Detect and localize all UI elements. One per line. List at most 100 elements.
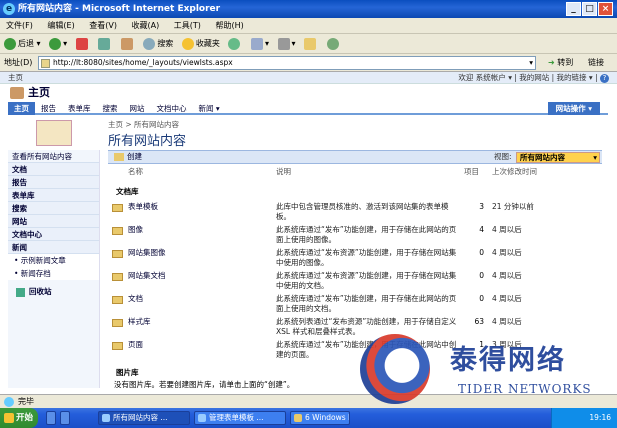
ql-view-all[interactable]: 查看所有网站内容 <box>8 150 99 163</box>
mail-icon <box>250 37 263 50</box>
breadcrumb[interactable]: 主页 > 所有网站内容 <box>108 119 179 130</box>
library-name[interactable]: 样式库 <box>128 317 151 327</box>
user-links[interactable]: 欢迎 系统帐户 ▾ | 我的网站 | 我的链接 ▾ | ? <box>458 72 609 84</box>
help-icon[interactable]: ? <box>600 73 609 83</box>
library-name[interactable]: 页面 <box>128 340 143 350</box>
quick-launch: 查看所有网站内容 文档 报告 表单库 搜索 网站 文档中心 新闻 • 示例新闻文… <box>8 150 100 388</box>
task-manage-form-templates[interactable]: 管理表单模板 ... <box>194 411 286 425</box>
library-count: 63 <box>474 317 484 326</box>
menu-view[interactable]: 查看(V) <box>83 18 123 34</box>
ql-sites[interactable]: 网站 <box>8 215 99 228</box>
library-name[interactable]: 网站集文档 <box>128 271 166 281</box>
ql-news[interactable]: 新闻 <box>8 241 99 254</box>
tab-search[interactable]: 搜索 <box>97 102 124 115</box>
ql-search[interactable]: 搜索 <box>8 202 99 215</box>
watermark-chinese: 泰得网络 <box>450 345 566 376</box>
library-count: 0 <box>479 294 484 303</box>
top-site-link[interactable]: 主页 <box>8 73 23 82</box>
tider-logo-icon <box>360 334 430 404</box>
recycle-bin-link[interactable]: 回收站 <box>8 286 99 297</box>
search-button[interactable]: 搜索 <box>143 34 173 54</box>
library-modified: 4 周以后 <box>492 225 522 234</box>
menu-tools[interactable]: 工具(T) <box>168 18 207 34</box>
ql-forms[interactable]: 表单库 <box>8 189 99 202</box>
library-description: 此系统库通过“发布”功能创建，用于存储在此网站的页面上使用的图像。 <box>276 225 457 244</box>
tab-news[interactable]: 新闻 ▾ <box>193 102 226 115</box>
folder-icon <box>112 273 123 281</box>
minimize-button[interactable]: _ <box>566 2 581 16</box>
menu-edit[interactable]: 编辑(E) <box>41 18 80 34</box>
ql-sample-news[interactable]: • 示例新闻文章 <box>8 254 99 267</box>
media-button[interactable] <box>228 34 242 54</box>
home-icon <box>120 37 133 50</box>
library-name[interactable]: 文档 <box>128 294 143 304</box>
site-actions-button[interactable]: 网站操作 ▾ <box>547 102 600 115</box>
media-icon <box>228 37 241 50</box>
menu-favorites[interactable]: 收藏(A) <box>126 18 166 34</box>
page-title: 所有网站内容 <box>108 134 187 149</box>
menu-help[interactable]: 帮助(H) <box>209 18 249 34</box>
quicklaunch-desktop-icon[interactable] <box>60 411 70 425</box>
section-document-libraries: 文档库 <box>116 187 139 196</box>
folder-icon <box>112 342 123 350</box>
library-description: 此库中包含管理员核准的、激活到该网站集的表单模板。 <box>276 202 449 221</box>
links-button[interactable]: 链接 <box>588 56 604 70</box>
edit-button[interactable] <box>304 34 318 54</box>
close-button[interactable]: × <box>598 2 613 16</box>
stop-button[interactable] <box>75 34 90 54</box>
ql-news-archive[interactable]: • 新闻存档 <box>8 267 99 280</box>
library-name[interactable]: 图像 <box>128 225 143 235</box>
messenger-button[interactable] <box>326 34 341 54</box>
messenger-icon <box>326 37 339 50</box>
tab-forms[interactable]: 表单库 <box>62 102 97 115</box>
menu-file[interactable]: 文件(F) <box>0 18 39 34</box>
toolbar: 后退 ▾ ▾ 搜索 收藏夹 ▾ ▾ <box>0 34 617 54</box>
start-button[interactable]: 开始 <box>0 408 38 428</box>
library-name[interactable]: 表单模板 <box>128 202 158 212</box>
col-items[interactable]: 项目 <box>464 166 479 177</box>
tab-home[interactable]: 主页 <box>8 102 35 115</box>
create-button[interactable]: 创建 <box>114 151 142 163</box>
list-item: 网站集文档 此系统库通过“发布资源”功能创建，用于存储在网站集中使用的文档。 0… <box>108 271 602 293</box>
ql-reports[interactable]: 报告 <box>8 176 99 189</box>
go-button[interactable]: ➜ 转到 <box>548 56 573 70</box>
mail-button[interactable]: ▾ <box>250 34 269 54</box>
col-modified[interactable]: 上次修改时间 <box>492 166 537 177</box>
refresh-button[interactable] <box>98 34 112 54</box>
library-modified: 4 周以后 <box>492 248 522 257</box>
library-count: 3 <box>479 202 484 211</box>
picture-library-note: 没有图片库。若要创建图片库，请单击上面的“创建”。 <box>114 380 295 389</box>
library-modified: 4 周以后 <box>492 317 522 326</box>
top-navigation: 主页 报告 表单库 搜索 网站 文档中心 新闻 ▾ 网站操作 ▾ <box>8 102 608 115</box>
home-button[interactable] <box>120 34 135 54</box>
list-item: 图像 此系统库通过“发布”功能创建，用于存储在此网站的页面上使用的图像。 4 4… <box>108 225 602 247</box>
quicklaunch-ie-icon[interactable] <box>46 411 56 425</box>
site-logo-icon <box>10 87 24 99</box>
ie-icon <box>198 414 206 422</box>
address-input[interactable]: http://lt:8080/sites/home/_layouts/viewl… <box>38 56 536 70</box>
site-title: 主页 <box>10 86 50 100</box>
forward-arrow-icon <box>49 37 62 50</box>
address-dropdown-icon[interactable]: ▾ <box>529 57 533 69</box>
tab-doc-center[interactable]: 文档中心 <box>151 102 193 115</box>
ql-documents[interactable]: 文档 <box>8 163 99 176</box>
library-count: 0 <box>479 248 484 257</box>
tab-reports[interactable]: 报告 <box>35 102 62 115</box>
maximize-button[interactable]: □ <box>582 2 597 16</box>
address-url: http://lt:8080/sites/home/_layouts/viewl… <box>53 58 233 67</box>
task-all-site-content[interactable]: 所有网站内容 ... <box>98 411 190 425</box>
col-description: 说明 <box>276 167 291 176</box>
print-button[interactable]: ▾ <box>277 34 296 54</box>
tab-sites[interactable]: 网站 <box>124 102 151 115</box>
forward-button[interactable]: ▾ <box>49 34 67 54</box>
library-name[interactable]: 网站集图像 <box>128 248 166 258</box>
view-label: 视图: <box>494 152 512 161</box>
favorites-button[interactable]: 收藏夹 <box>181 34 220 54</box>
folder-icon <box>112 204 123 212</box>
back-button[interactable]: 后退 ▾ <box>4 34 41 54</box>
col-name[interactable]: 名称 <box>128 166 143 177</box>
create-icon <box>114 153 124 161</box>
view-select[interactable]: 所有网站内容 ▾ <box>516 152 600 163</box>
task-windows-explorer[interactable]: 6 Windows Ex... <box>290 411 350 425</box>
ql-doc-center[interactable]: 文档中心 <box>8 228 99 241</box>
